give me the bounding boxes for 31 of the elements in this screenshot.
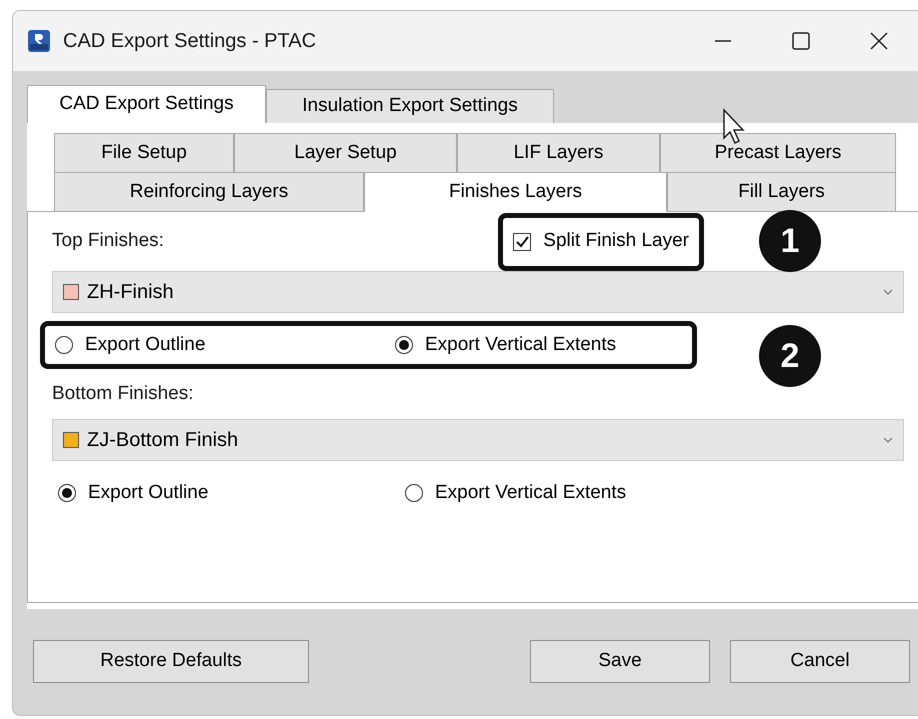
- close-icon: [869, 31, 889, 51]
- window-title: CAD Export Settings - PTAC: [63, 29, 316, 54]
- callout-number: 2: [759, 325, 821, 387]
- callout-number: 1: [759, 210, 821, 272]
- app-icon: [27, 29, 51, 53]
- tab[interactable]: Finishes Layers: [364, 172, 667, 212]
- checkbox[interactable]: Split Finish Layer: [513, 227, 689, 256]
- cancel-button[interactable]: Cancel: [730, 640, 910, 683]
- section-label: Bottom Finishes:: [52, 382, 194, 406]
- checkmark-icon: [515, 234, 530, 248]
- tab[interactable]: LIF Layers: [457, 133, 660, 173]
- section-label: Top Finishes:: [52, 229, 164, 254]
- tab[interactable]: CAD Export Settings: [27, 85, 266, 123]
- tab[interactable]: Precast Layers: [660, 133, 896, 173]
- chevron-down-icon: [883, 436, 893, 444]
- layer-dropdown[interactable]: ZJ-Bottom Finish: [52, 419, 904, 461]
- tab[interactable]: Insulation Export Settings: [266, 89, 554, 123]
- tab[interactable]: File Setup: [54, 133, 234, 173]
- layer-dropdown[interactable]: ZH-Finish: [52, 271, 904, 313]
- minimize-icon: [713, 39, 733, 43]
- radio-option[interactable]: Export Outline: [58, 479, 405, 508]
- chevron-down-icon: [883, 288, 893, 296]
- tab[interactable]: Reinforcing Layers: [54, 172, 364, 212]
- restore-defaults-button[interactable]: Restore Defaults: [33, 640, 309, 683]
- radio-option[interactable]: Export Vertical Extents: [395, 330, 616, 360]
- tab[interactable]: Layer Setup: [234, 133, 457, 173]
- radio-option[interactable]: Export Vertical Extents: [405, 479, 626, 508]
- save-button[interactable]: Save: [530, 640, 710, 683]
- radio-option[interactable]: Export Outline: [55, 330, 395, 360]
- maximize-icon: [791, 31, 811, 51]
- tab[interactable]: Fill Layers: [667, 172, 896, 212]
